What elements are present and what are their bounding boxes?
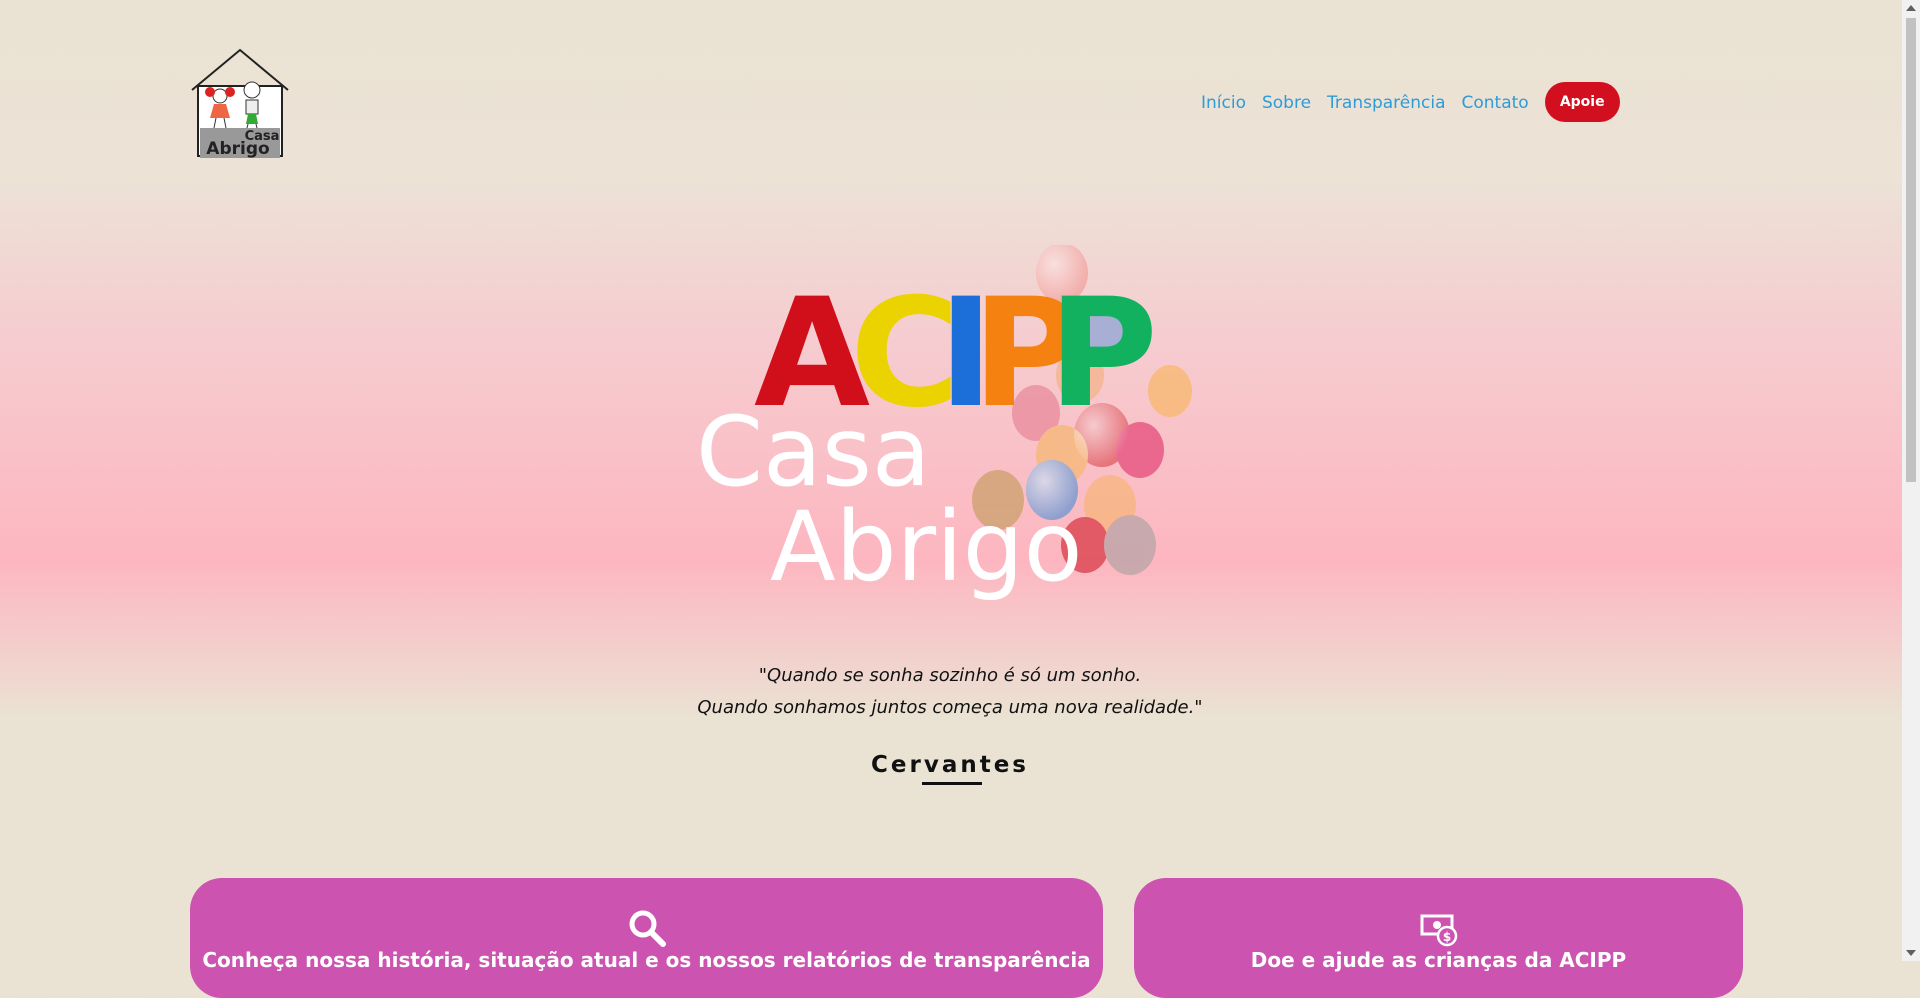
author-underline — [922, 782, 982, 785]
search-icon — [629, 910, 666, 947]
donate-card[interactable]: $ Doe e ajude as crianças da ACIPP — [1134, 878, 1743, 998]
main-nav: Início Sobre Transparência Contato Apoie — [1201, 82, 1620, 122]
scrollbar-thumb[interactable] — [1906, 18, 1916, 482]
quote-line-1: "Quando se sonha sozinho é só um sonho. — [758, 665, 1142, 686]
quote-author: Cervantes — [871, 752, 1029, 778]
transparency-card[interactable]: Conheça nossa história, situação atual e… — [190, 878, 1103, 998]
site-header: Casa Abrigo Início Sobre Transparência C… — [0, 0, 1900, 190]
scroll-up-icon[interactable] — [1906, 5, 1916, 11]
hero-logo-acipp: A C I P P Casa Abrigo — [696, 245, 1192, 603]
quote-line-2: Quando sonhamos juntos começa uma nova r… — [697, 697, 1203, 718]
apoie-button[interactable]: Apoie — [1544, 82, 1620, 122]
quote-block: "Quando se sonha sozinho é só um sonho. … — [560, 660, 1340, 724]
nav-transparencia[interactable]: Transparência — [1327, 93, 1445, 113]
nav-inicio[interactable]: Início — [1201, 93, 1246, 113]
nav-sobre[interactable]: Sobre — [1262, 93, 1311, 113]
scroll-down-icon[interactable] — [1906, 950, 1916, 956]
hero-letter-p2: P — [1048, 267, 1158, 441]
nav-contato[interactable]: Contato — [1462, 93, 1529, 113]
hero-text-abrigo: Abrigo — [770, 491, 1082, 603]
casa-abrigo-logo[interactable]: Casa Abrigo — [190, 48, 290, 160]
money-icon: $ — [1420, 914, 1457, 947]
transparency-card-text: Conheça nossa história, situação atual e… — [202, 948, 1091, 972]
svg-text:$: $ — [1442, 930, 1450, 944]
logo-text-abrigo: Abrigo — [206, 139, 269, 159]
donate-card-text: Doe e ajude as crianças da ACIPP — [1250, 948, 1627, 972]
page-scrollbar[interactable] — [1902, 0, 1920, 961]
